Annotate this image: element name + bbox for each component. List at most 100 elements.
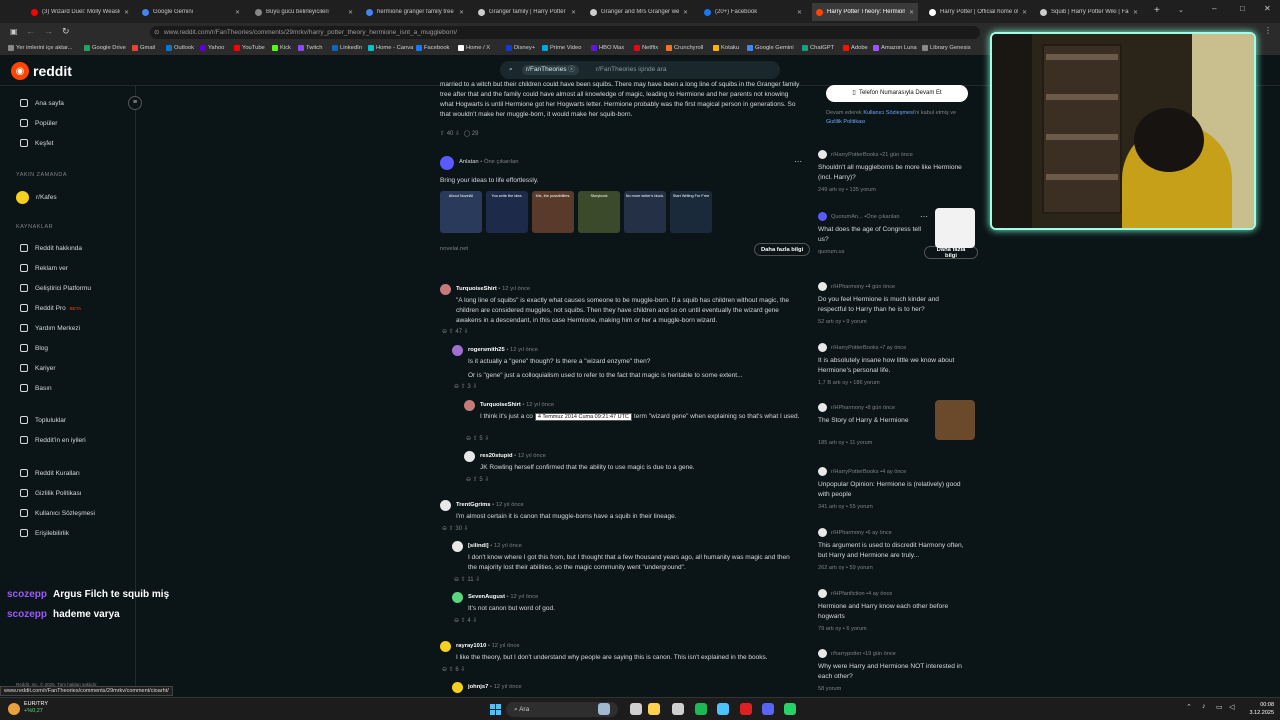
downvote-icon[interactable]: ⇩ <box>462 329 469 335</box>
bookmark-item[interactable]: Twitch <box>298 45 322 51</box>
comment-avatar[interactable] <box>452 345 463 356</box>
ad-thumbnail[interactable]: No more writer's block. <box>624 191 666 233</box>
more-options-icon[interactable]: ⋯ <box>920 212 928 221</box>
comment-age[interactable]: 12 yıl önce <box>494 684 522 690</box>
new-tab-button[interactable]: + <box>1154 5 1160 16</box>
bookmark-item[interactable]: ChatGPT <box>802 45 834 51</box>
related-post-title[interactable]: This argument is used to discredit Harmo… <box>818 541 968 561</box>
downvote-icon[interactable]: ⇩ <box>483 436 489 442</box>
close-tab-icon[interactable]: ✕ <box>905 9 914 16</box>
related-post[interactable]: r/HarryPotterBooks • 21 gün önce Shouldn'… <box>818 150 978 193</box>
mic-icon[interactable]: ♪ <box>1202 703 1206 710</box>
close-tab-icon[interactable]: ✕ <box>231 9 240 16</box>
store-icon[interactable] <box>672 703 684 715</box>
comment-age[interactable]: 12 yıl önce <box>494 543 522 549</box>
url-field[interactable]: ⊙ www.reddit.com/r/FanTheories/comments/… <box>150 26 980 39</box>
comment-age[interactable]: 12 yıl önce <box>496 502 524 508</box>
privacy-policy-link[interactable]: Gizlilik Politikası <box>826 119 865 125</box>
related-post-title[interactable]: The Story of Harry & Hermione <box>818 416 928 426</box>
collapse-thread-icon[interactable]: ⊖ <box>454 384 461 390</box>
minimize-button[interactable]: – <box>1212 4 1216 13</box>
close-tab-icon[interactable]: ✕ <box>1018 9 1027 16</box>
downvote-icon[interactable]: ⇩ <box>471 618 477 624</box>
close-tab-icon[interactable]: ✕ <box>1129 9 1138 16</box>
browser-tab[interactable]: Harry Potter | Official home of ✕ <box>925 3 1031 21</box>
subreddit-name[interactable]: r/HPharmony <box>831 284 864 290</box>
legal-link-1[interactable]: Gizlilik Politikası <box>20 489 82 497</box>
bookmark-item[interactable]: Gmail <box>132 45 155 51</box>
search-input[interactable]: ⌕ r/FanTheories ⓧ r/FanTheories içinde a… <box>500 61 780 79</box>
browser-tab[interactable]: Google Gemini ✕ <box>138 3 244 21</box>
collapse-thread-icon[interactable]: ⊖ <box>454 618 461 624</box>
community-link-0[interactable]: Topluluklar <box>20 416 66 424</box>
sidebar-item-0[interactable]: Ana sayfa <box>20 99 64 107</box>
tray-chevron-icon[interactable]: ⌃ <box>1186 703 1192 711</box>
ad-learn-more-button[interactable]: Daha fazla bilgi <box>754 243 811 256</box>
cloud-widget-icon[interactable] <box>598 703 610 715</box>
related-post-title[interactable]: It is absolutely insane how little we kn… <box>818 356 968 376</box>
related-post-thumbnail[interactable] <box>935 208 975 248</box>
downvote-icon[interactable]: ⇩ <box>462 526 469 532</box>
recent-community-item[interactable]: r/Kafes <box>16 191 57 204</box>
comment-author[interactable]: rayray1010 <box>456 643 486 649</box>
bookmark-item[interactable]: Crunchyroll <box>666 45 703 51</box>
bookmark-item[interactable]: Home / X <box>458 45 490 51</box>
related-post[interactable]: r/HPharmony • 6 ay önce This argument is … <box>818 528 978 571</box>
bookmark-item[interactable]: Kotaku <box>713 45 739 51</box>
related-post-title[interactable]: Unpopular Opinion: Hermione is (relative… <box>818 480 968 500</box>
forward-arrow-icon[interactable]: → <box>44 26 53 36</box>
browser-tab[interactable]: Squib | Harry Potter Wiki | Fand ✕ <box>1036 3 1142 21</box>
weather-widget-icon[interactable] <box>8 703 20 715</box>
sidebar-item-1[interactable]: Popüler <box>20 119 57 127</box>
file-explorer-icon[interactable] <box>648 703 660 715</box>
related-post[interactable]: r/HPharmony • 4 gün önce Do you feel Herm… <box>818 282 978 325</box>
comment-author[interactable]: res20stupid <box>480 453 513 459</box>
advertiser-avatar[interactable] <box>440 156 454 170</box>
downvote-icon[interactable]: ⇩ <box>483 477 489 483</box>
close-tab-icon[interactable]: ✕ <box>120 9 129 16</box>
bookmark-item[interactable]: HBO Max <box>591 45 624 51</box>
collapse-thread-icon[interactable]: ⊖ <box>442 329 449 335</box>
ad-thumbnail[interactable]: Storybook <box>578 191 620 233</box>
photos-icon[interactable] <box>717 703 729 715</box>
related-post-title[interactable]: Why were Harry and Hermione NOT interest… <box>818 662 968 682</box>
upvote-icon[interactable]: ⇧ <box>440 130 445 137</box>
windows-start-icon[interactable] <box>490 704 501 715</box>
comment-author[interactable]: TurquoiseShirt <box>480 402 521 408</box>
resource-item-5[interactable]: Blog <box>20 344 48 352</box>
subreddit-name[interactable]: r/HarryPotterBooks <box>831 152 879 158</box>
resource-item-4[interactable]: Yardım Merkezi <box>20 324 80 332</box>
browser-tab[interactable]: Büyü gücü belirleyicileri ✕ <box>251 3 357 21</box>
ad-domain[interactable]: novelai.net <box>440 246 468 252</box>
network-icon[interactable]: ▭ <box>1216 703 1223 711</box>
downvote-icon[interactable]: ⇩ <box>455 130 460 137</box>
community-link-1[interactable]: Reddit'in en iyileri <box>20 436 86 444</box>
related-post-thumbnail[interactable] <box>935 400 975 440</box>
resource-item-0[interactable]: Reddit hakkında <box>20 244 82 252</box>
browser-tab[interactable]: (3) Wizard Duel: Molly Weasley ✕ <box>27 3 133 21</box>
subreddit-name[interactable]: r/HPharmony <box>831 405 864 411</box>
bookmark-item[interactable]: Home - Canva <box>368 45 413 51</box>
bookmark-item[interactable]: Library Genesis <box>922 45 971 51</box>
resource-item-3[interactable]: Reddit Pro BETA <box>20 304 81 312</box>
subreddit-name[interactable]: r/HarryPotterBooks <box>831 345 879 351</box>
sidebar-toggle-icon[interactable]: ▣ <box>10 27 18 36</box>
resource-item-7[interactable]: Basın <box>20 384 52 392</box>
browser-tab[interactable]: Granger family | Harry Potter W ✕ <box>474 3 580 21</box>
volume-icon[interactable]: ◁ <box>1229 703 1234 711</box>
comment-author[interactable]: SevenAugust <box>468 594 505 600</box>
comment-avatar[interactable] <box>440 284 451 295</box>
browser-tab[interactable]: Granger and Mrs Granger were ✕ <box>586 3 692 21</box>
bookmark-item[interactable]: Prime Video <box>542 45 581 51</box>
related-post-title[interactable]: What does the age of Congress tell us? <box>818 225 928 245</box>
bookmark-item[interactable]: YouTube <box>234 45 265 51</box>
subreddit-name[interactable]: r/HarryPotterBooks <box>831 469 879 475</box>
related-post[interactable]: r/HarryPotterBooks • 4 ay önce Unpopular … <box>818 467 978 510</box>
bookmark-item[interactable]: Outlook <box>166 45 194 51</box>
comment-avatar[interactable] <box>452 682 463 693</box>
bookmark-item[interactable]: Yer imlerini içe aktar... <box>8 45 73 51</box>
browser-tab[interactable]: Harry Potter Theory: Hermione ✕ <box>812 3 918 21</box>
close-tab-icon[interactable]: ✕ <box>344 9 353 16</box>
related-post-title[interactable]: Hermione and Harry know each other befor… <box>818 602 968 622</box>
discord-icon[interactable] <box>762 703 774 715</box>
